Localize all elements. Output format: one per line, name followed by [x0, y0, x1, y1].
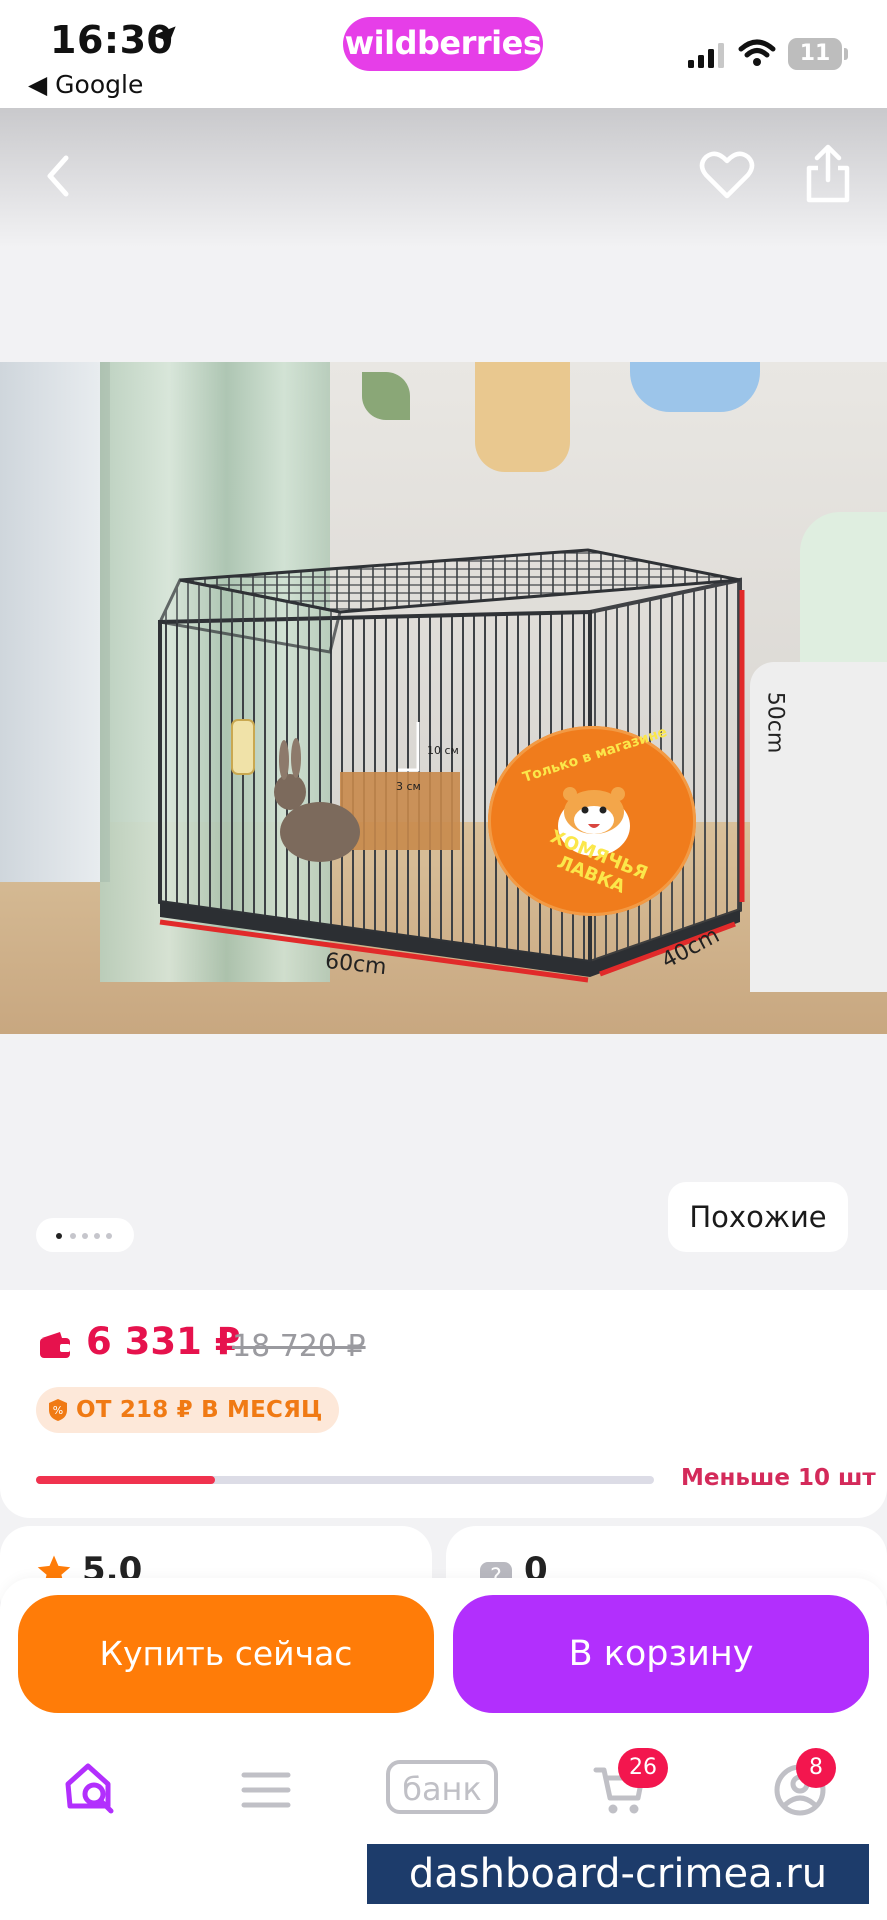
product-photo[interactable]: 60cm 40cm 50cm 10 см 3 см Только в магаз…	[0, 362, 887, 1034]
installment-badge[interactable]: % ОТ 218 ₽ В МЕСЯЦ	[36, 1387, 339, 1433]
gallery-pagination[interactable]	[36, 1218, 134, 1252]
profile-notification-badge: 8	[796, 1748, 836, 1788]
old-price: 18 720 ₽	[232, 1329, 366, 1364]
discount-shield-icon: %	[49, 1399, 67, 1421]
installment-text: ОТ 218 ₽ В МЕСЯЦ	[76, 1397, 323, 1423]
cage-illustration	[157, 548, 745, 983]
add-to-cart-button[interactable]: В корзину	[453, 1595, 869, 1713]
favorite-heart-icon[interactable]	[698, 146, 756, 204]
site-watermark: dashboard-crimea.ru	[367, 1844, 869, 1904]
door-width-label: 3 см	[396, 780, 421, 793]
back-to-app-link[interactable]: ◀ Google	[28, 70, 143, 99]
pagination-dot[interactable]	[70, 1233, 76, 1239]
back-arrow-icon[interactable]	[38, 148, 78, 204]
battery-tip	[844, 48, 848, 60]
wallet-icon	[40, 1332, 70, 1358]
similar-products-button[interactable]: Похожие	[668, 1182, 848, 1252]
cart-count-badge: 26	[618, 1748, 668, 1788]
buy-now-button[interactable]: Купить сейчас	[18, 1595, 434, 1713]
wifi-icon	[738, 39, 776, 66]
wildberries-logo: wildberries	[343, 17, 543, 71]
bank-tab[interactable]: банк	[386, 1760, 498, 1814]
pagination-dot[interactable]	[82, 1233, 88, 1239]
battery-indicator: 11	[788, 38, 842, 70]
stock-remaining-text: Меньше 10 шт	[681, 1465, 876, 1491]
dimension-height-label: 50cm	[762, 691, 788, 754]
current-price: 6 331 ₽	[86, 1320, 241, 1363]
door-height-label: 10 см	[427, 744, 459, 757]
share-icon[interactable]	[800, 142, 856, 204]
stock-progress-fill	[36, 1476, 216, 1484]
pagination-dot-active[interactable]	[56, 1233, 62, 1239]
home-search-icon[interactable]	[62, 1760, 118, 1816]
menu-icon[interactable]	[240, 1770, 292, 1810]
location-arrow-icon	[152, 26, 176, 50]
pagination-dot[interactable]	[106, 1233, 112, 1239]
cellular-signal-icon	[688, 43, 724, 68]
svg-text:%: %	[53, 1404, 63, 1417]
pagination-dot[interactable]	[94, 1233, 100, 1239]
